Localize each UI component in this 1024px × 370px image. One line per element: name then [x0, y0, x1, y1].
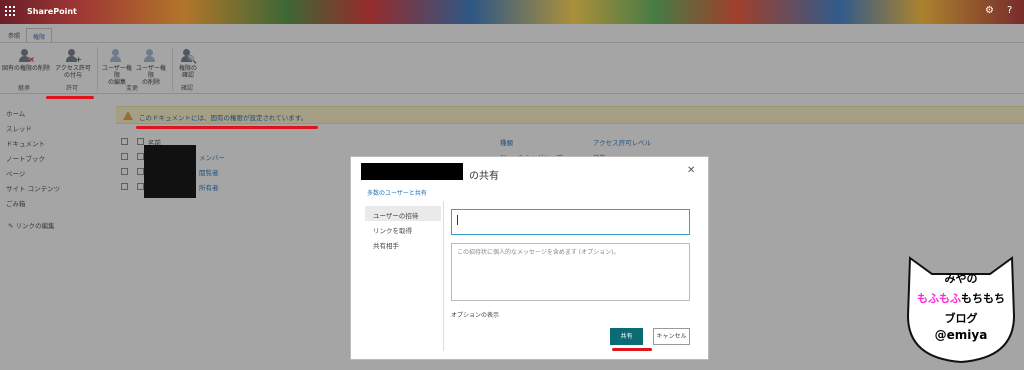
watermark-line3: ブログ: [944, 312, 978, 325]
annotation-underline: [612, 348, 652, 351]
invite-people-input[interactable]: [451, 209, 690, 235]
dialog-title: の共有: [469, 171, 499, 182]
watermark-line2a: もふもふ: [917, 292, 961, 305]
cancel-button[interactable]: キャンセル: [653, 328, 690, 345]
redacted-document-name: [361, 163, 463, 180]
dialog-nav-invite[interactable]: ユーザーの招待: [365, 206, 441, 221]
dialog-divider: [443, 201, 444, 351]
message-placeholder: この招待状に個人的なメッセージを含めます (オプション)。: [457, 249, 620, 256]
annotation-underline: [46, 96, 94, 99]
app-launcher-icon[interactable]: [5, 6, 17, 18]
show-options-link[interactable]: オプションの表示: [451, 310, 499, 319]
watermark-line1: みやの: [944, 272, 978, 285]
share-button[interactable]: 共有: [610, 328, 643, 345]
help-icon[interactable]: ?: [1007, 5, 1012, 16]
dialog-nav-get-link[interactable]: リンクを取得: [365, 221, 441, 236]
personal-message-textarea[interactable]: この招待状に個人的なメッセージを含めます (オプション)。: [451, 243, 690, 301]
share-dialog: の共有 ✕ 多数のユーザーと共有 ユーザーの招待 リンクを取得 共有相手 この招…: [350, 156, 709, 360]
watermark-line2b: もちもち: [961, 292, 1005, 305]
blog-watermark: みやの もふもふもちもち ブログ @emiya: [902, 254, 1020, 366]
watermark-line2: もふもふもちもち: [902, 290, 1020, 306]
annotation-underline: [136, 126, 318, 129]
close-icon[interactable]: ✕: [687, 165, 695, 176]
suite-bar: [0, 0, 1024, 24]
dialog-nav: ユーザーの招待 リンクを取得 共有相手: [365, 206, 441, 251]
watermark-line4: @emiya: [934, 328, 988, 342]
text-caret: [457, 215, 458, 225]
gear-icon[interactable]: ⚙: [985, 5, 994, 16]
share-with-many-link[interactable]: 多数のユーザーと共有: [367, 188, 427, 197]
dialog-nav-shared-with[interactable]: 共有相手: [365, 236, 441, 251]
app-title[interactable]: SharePoint: [27, 7, 77, 16]
